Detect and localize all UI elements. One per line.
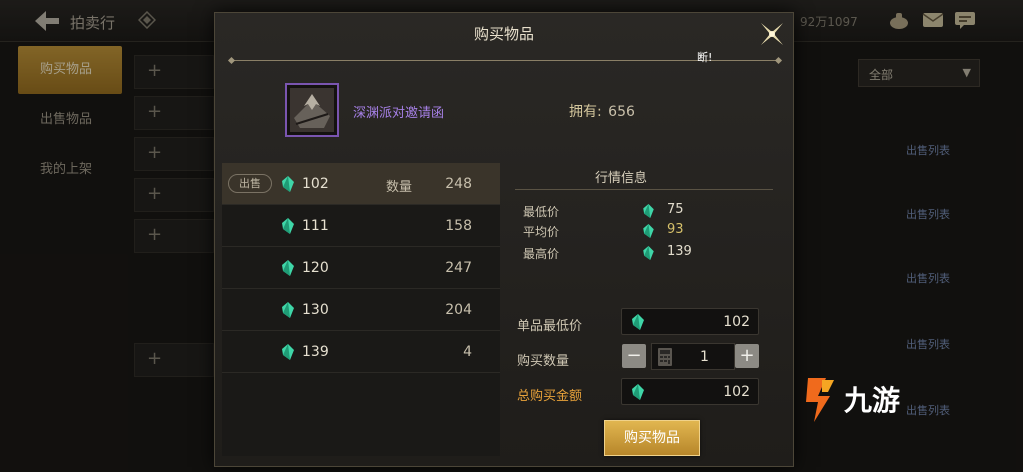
listing-row[interactable]: 130 204 xyxy=(222,289,500,331)
watermark-text: 九游 xyxy=(844,384,900,417)
sale-list-link[interactable]: 出售列表 xyxy=(906,200,990,230)
gem-icon xyxy=(282,344,294,360)
owned-value: 656 xyxy=(608,104,635,120)
gem-icon xyxy=(643,246,654,260)
listing-price: 111 xyxy=(302,218,329,234)
side-tabs: 购买物品 出售物品 我的上架 xyxy=(18,46,122,196)
total-amount-label: 总购买金额 xyxy=(517,389,583,404)
sell-badge: 出售 xyxy=(228,174,272,193)
tab-sell[interactable]: 出售物品 xyxy=(18,96,122,144)
owned-count: 拥有: 656 xyxy=(569,101,635,121)
listing-price: 120 xyxy=(302,260,329,276)
diamond-icon xyxy=(138,11,156,29)
buy-item-dialog: 购买物品 断! 深渊派对邀请函 拥有: 656 出售 102 数量 248 11… xyxy=(214,12,794,467)
add-slot-button[interactable]: + xyxy=(134,343,214,377)
listing-quantity: 248 xyxy=(445,176,472,192)
add-slot-button[interactable]: + xyxy=(134,55,214,89)
add-slot-button[interactable]: + xyxy=(134,178,214,212)
market-info-title: 行情信息 xyxy=(595,171,648,186)
invitation-card-icon xyxy=(290,88,334,132)
owned-label: 拥有: xyxy=(569,104,602,120)
add-slot-button[interactable]: + xyxy=(134,219,214,253)
gem-icon xyxy=(632,314,644,330)
quantity-header: 数量 xyxy=(386,180,413,195)
gem-icon xyxy=(282,218,294,234)
max-price-label: 最高价 xyxy=(523,247,560,261)
total-amount-field: 102 xyxy=(621,378,759,405)
listing-price: 139 xyxy=(302,344,329,360)
buy-quantity-label: 购买数量 xyxy=(517,354,570,369)
dialog-title: 购买物品 xyxy=(473,25,534,43)
jiuyou-logo-icon: 九游 xyxy=(806,378,900,422)
avg-price-label: 平均价 xyxy=(523,225,560,239)
listing-quantity: 247 xyxy=(445,260,472,276)
listing-price: 102 xyxy=(302,176,329,192)
gem-icon xyxy=(643,204,654,218)
gem-icon xyxy=(282,260,294,276)
watermark-logo: 九游 xyxy=(800,370,930,430)
listing-row[interactable]: 139 4 xyxy=(222,331,500,373)
gem-icon xyxy=(282,176,294,192)
unit-price-field: 102 xyxy=(621,308,759,335)
decrease-quantity-button[interactable]: − xyxy=(622,344,646,368)
avg-price-value: 93 xyxy=(667,222,684,237)
quantity-value: 1 xyxy=(700,349,709,365)
market-divider xyxy=(515,189,773,190)
bag-icon[interactable] xyxy=(888,10,910,30)
dropdown-arrow-icon: ▼ xyxy=(962,66,971,79)
listing-quantity: 4 xyxy=(463,344,472,360)
unit-min-price-label: 单品最低价 xyxy=(517,319,583,334)
back-arrow-icon[interactable] xyxy=(32,9,62,33)
unit-price-value: 102 xyxy=(723,314,750,330)
calculator-icon[interactable] xyxy=(658,348,672,366)
mail-icon[interactable] xyxy=(922,10,944,30)
listing-row[interactable]: 120 247 xyxy=(222,247,500,289)
screen-title: 拍卖行 xyxy=(70,14,116,32)
buy-item-button[interactable]: 购买物品 xyxy=(604,420,700,456)
sale-list-link[interactable]: 出售列表 xyxy=(906,330,990,360)
title-note: 断! xyxy=(697,51,713,64)
listing-table: 出售 102 数量 248 111 158 120 247 130 204 13… xyxy=(222,163,500,456)
min-price-value: 75 xyxy=(667,202,684,217)
close-icon[interactable] xyxy=(757,19,787,49)
min-price-label: 最低价 xyxy=(523,205,560,219)
listing-price: 130 xyxy=(302,302,329,318)
total-amount-value: 102 xyxy=(723,384,750,400)
gem-icon xyxy=(282,302,294,318)
tab-my-listings[interactable]: 我的上架 xyxy=(18,146,122,194)
listing-quantity: 158 xyxy=(445,218,472,234)
increase-quantity-button[interactable]: + xyxy=(735,344,759,368)
add-slot-button[interactable]: + xyxy=(134,137,214,171)
chat-icon[interactable] xyxy=(954,10,976,30)
quantity-input[interactable]: 1 xyxy=(651,343,735,370)
item-icon[interactable] xyxy=(285,83,339,137)
item-name: 深渊派对邀请函 xyxy=(353,106,445,121)
listing-quantity: 204 xyxy=(445,302,472,318)
listing-row[interactable]: 出售 102 数量 248 xyxy=(222,163,500,205)
tab-buy[interactable]: 购买物品 xyxy=(18,46,122,94)
add-slot-button[interactable]: + xyxy=(134,96,214,130)
listing-row[interactable]: 111 158 xyxy=(222,205,500,247)
currency-amount: 92万1097 xyxy=(800,15,858,29)
gem-icon xyxy=(643,224,654,238)
sale-list-link[interactable]: 出售列表 xyxy=(906,264,990,294)
max-price-value: 139 xyxy=(667,244,692,259)
category-filter[interactable]: 全部 ▼ xyxy=(858,59,980,87)
gem-icon xyxy=(632,384,644,400)
sale-list-link[interactable]: 出售列表 xyxy=(906,136,990,166)
